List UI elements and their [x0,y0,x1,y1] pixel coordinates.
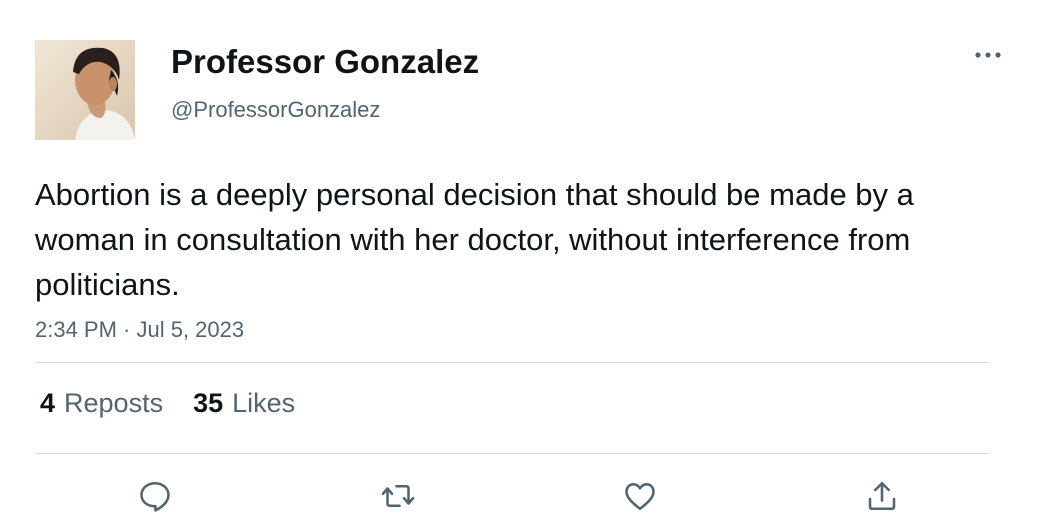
divider [35,453,989,454]
reply-icon [140,481,170,512]
repost-icon [381,484,415,508]
author-display-name[interactable]: Professor Gonzalez [171,43,479,81]
author-handle[interactable]: @ProfessorGonzalez [171,97,380,123]
reposts-stat[interactable]: 4 Reposts [40,388,163,419]
reply-button[interactable] [135,476,175,516]
share-button[interactable] [862,476,902,516]
share-icon [868,481,896,511]
likes-label: Likes [232,388,296,418]
engagement-stats: 4 Reposts 35 Likes [40,388,295,419]
likes-stat[interactable]: 35 Likes [193,388,295,419]
repost-button[interactable] [378,476,418,516]
more-horizontal-icon[interactable] [968,40,1008,70]
like-button[interactable] [620,476,660,516]
heart-icon [625,483,655,511]
likes-count: 35 [193,388,224,418]
avatar[interactable] [35,40,135,140]
tweet-timestamp[interactable]: 2:34 PM · Jul 5, 2023 [35,317,244,343]
divider [35,362,989,363]
avatar-photo [35,40,135,140]
reposts-count: 4 [40,388,56,418]
tweet-text: Abortion is a deeply personal decision t… [35,177,914,302]
reposts-label: Reposts [64,388,164,418]
